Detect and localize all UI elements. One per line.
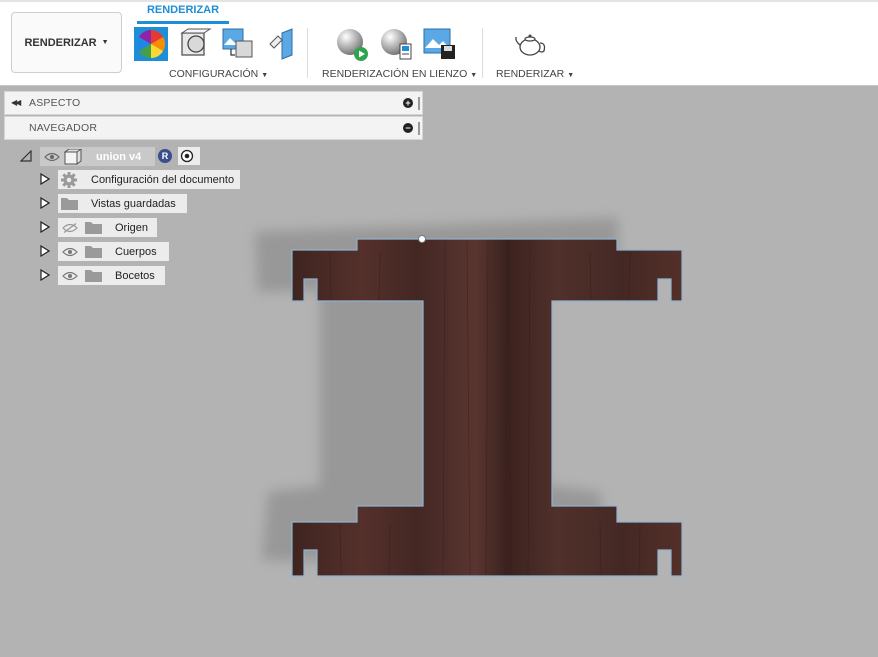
pivot-point-icon[interactable]: [418, 235, 426, 243]
group-renderizar[interactable]: RENDERIZAR ▼: [496, 68, 574, 80]
expand-triangle-icon[interactable]: [40, 197, 50, 209]
chevron-down-icon: ▼: [567, 72, 575, 79]
expand-triangle-icon[interactable]: [40, 245, 50, 257]
browser-item-configuracion-documento[interactable]: Configuración del documento: [58, 170, 240, 189]
visibility-eye-icon[interactable]: [44, 152, 60, 162]
render-settings-icon[interactable]: [379, 27, 413, 61]
browser-item-cuerpos[interactable]: Cuerpos: [58, 242, 169, 261]
group-configuracion-label: CONFIGURACIÓN: [169, 68, 259, 80]
active-tab-indicator: [137, 21, 229, 24]
panel-grip-icon[interactable]: [418, 97, 420, 110]
aspecto-label: ASPECTO: [29, 97, 81, 109]
browser-item-label: Bocetos: [115, 269, 155, 282]
group-renderizacion-en-lienzo[interactable]: RENDERIZACIÓN EN LIENZO ▼: [322, 68, 477, 80]
browser-item-label: Origen: [115, 221, 149, 234]
browser-item-label: Configuración del documento: [91, 173, 235, 186]
activate-radio-icon[interactable]: [178, 147, 200, 165]
root-label: union v4: [96, 150, 142, 163]
workspace-label: RENDERIZAR: [24, 36, 97, 49]
browser-root-node[interactable]: union v4: [40, 147, 155, 166]
toolbar-top-border: [0, 0, 878, 2]
component-icon: [64, 148, 82, 165]
collapse-minus-icon[interactable]: −: [403, 123, 413, 133]
chevron-down-icon: ▼: [261, 72, 269, 79]
group-configuracion[interactable]: CONFIGURACIÓN ▼: [169, 68, 268, 80]
visibility-hidden-icon[interactable]: [62, 222, 78, 233]
collapse-left-icon[interactable]: ◀◀: [11, 98, 21, 107]
visibility-eye-icon[interactable]: [62, 247, 78, 257]
panel-grip-icon[interactable]: [418, 122, 420, 135]
toolbar-separator: [307, 28, 308, 78]
navegador-label: NAVEGADOR: [29, 122, 98, 134]
browser-item-label: Vistas guardadas: [91, 197, 176, 210]
teapot-render-icon[interactable]: [514, 27, 548, 61]
group-renderizar-label: RENDERIZAR: [496, 68, 565, 80]
toolbar-separator: [482, 28, 483, 78]
chevron-down-icon: ▼: [470, 72, 478, 79]
browser-item-bocetos[interactable]: Bocetos: [58, 266, 165, 285]
appearance-icon[interactable]: [134, 27, 168, 61]
folder-icon: [85, 270, 102, 282]
browser-item-vistas-guardadas[interactable]: Vistas guardadas: [58, 194, 187, 213]
expand-triangle-icon[interactable]: [40, 269, 50, 281]
expand-triangle-icon[interactable]: [40, 173, 50, 185]
folder-icon: [85, 222, 102, 234]
in-canvas-render-icon[interactable]: [335, 27, 369, 61]
texture-map-icon[interactable]: [221, 27, 255, 61]
capture-image-icon[interactable]: [423, 27, 457, 61]
tab-renderizar[interactable]: RENDERIZAR: [137, 4, 229, 16]
expand-plus-icon[interactable]: +: [403, 98, 413, 108]
workspace-switcher-button[interactable]: RENDERIZAR ▼: [11, 12, 122, 73]
reference-badge: R: [158, 149, 172, 163]
browser-item-origen[interactable]: Origen: [58, 218, 157, 237]
decal-icon[interactable]: [266, 27, 300, 61]
toolbar: RENDERIZAR ▼ RENDERIZAR CONFIGURACIÓN▼: [0, 0, 878, 86]
folder-icon: [61, 198, 78, 210]
navegador-panel-header[interactable]: NAVEGADOR −: [4, 116, 423, 140]
expand-triangle-icon[interactable]: [40, 221, 50, 233]
collapse-triangle-icon[interactable]: [20, 150, 32, 162]
visibility-eye-icon[interactable]: [62, 271, 78, 281]
gear-icon: [61, 171, 77, 188]
chevron-down-icon: ▼: [101, 39, 109, 46]
aspecto-panel-header[interactable]: ◀◀ ASPECTO +: [4, 91, 423, 115]
scene-settings-icon[interactable]: [178, 27, 212, 61]
group-renderizacion-label: RENDERIZACIÓN EN LIENZO: [322, 68, 468, 80]
folder-icon: [85, 246, 102, 258]
browser-item-label: Cuerpos: [115, 245, 157, 258]
